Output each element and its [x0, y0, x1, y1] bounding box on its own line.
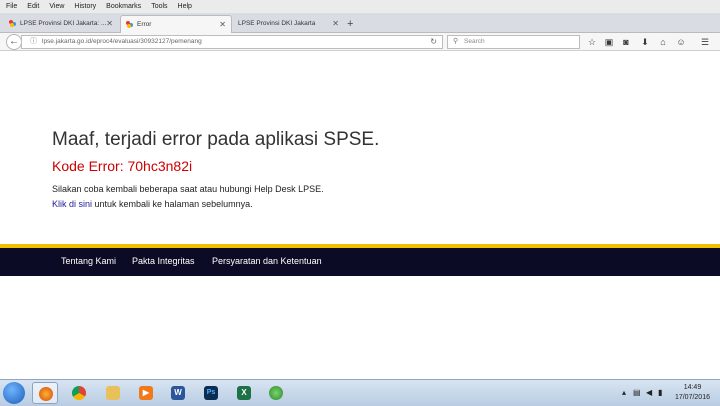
taskbar-app[interactable]	[263, 382, 289, 404]
search-placeholder: Search	[464, 38, 485, 45]
tab-label: LPSE Provinsi DKI Jakarta: ...	[20, 20, 107, 27]
error-message: Silakan coba kembali beberapa saat atau …	[52, 184, 324, 194]
tray-device-icon[interactable]: ▤	[633, 388, 641, 397]
back-link-suffix: untuk kembali ke halaman sebelumnya.	[92, 199, 253, 209]
taskbar-firefox[interactable]	[32, 382, 58, 404]
info-icon[interactable]: ⓘ	[30, 36, 37, 48]
menu-edit[interactable]: Edit	[27, 0, 39, 13]
menu-file[interactable]: File	[6, 0, 17, 13]
menu-bookmarks[interactable]: Bookmarks	[106, 0, 141, 13]
clock-time: 14:49	[683, 384, 702, 391]
back-link[interactable]: Klik di sini	[52, 199, 92, 209]
download-icon[interactable]: ⬇	[639, 36, 651, 48]
media-player-icon: ▶	[139, 386, 153, 400]
close-tab-icon[interactable]: ✕	[332, 15, 339, 33]
search-input[interactable]: ⚲ Search	[447, 35, 580, 49]
menu-icon[interactable]: ☰	[699, 36, 711, 48]
tab-lpse-1[interactable]: LPSE Provinsi DKI Jakarta: ... ✕	[4, 15, 118, 33]
footer-link-persyaratan[interactable]: Persyaratan dan Ketentuan	[212, 256, 322, 266]
tab-error[interactable]: Error ✕	[120, 15, 232, 33]
close-tab-icon[interactable]: ✕	[106, 15, 113, 33]
url-bar[interactable]: ⓘ lpse.jakarta.go.id/eproc4/evaluasi/309…	[21, 35, 443, 49]
lpse-favicon-icon	[9, 20, 17, 27]
app-icon	[269, 386, 283, 400]
footer-link-tentang-kami[interactable]: Tentang Kami	[61, 256, 116, 266]
lpse-favicon-icon	[126, 21, 134, 28]
taskbar-photoshop[interactable]: Ps	[198, 382, 224, 404]
system-clock[interactable]: 14:49 17/07/2016	[675, 383, 710, 403]
page-content: Maaf, terjadi error pada aplikasi SPSE. …	[0, 52, 720, 379]
firefox-icon	[39, 387, 53, 401]
volume-icon[interactable]: ◀	[646, 388, 652, 397]
taskbar-excel[interactable]: X	[231, 382, 257, 404]
footer: Tentang Kami Pakta Integritas Persyarata…	[0, 248, 720, 276]
back-link-line: Klik di sini untuk kembali ke halaman se…	[52, 199, 253, 209]
pocket-icon[interactable]: ◙	[620, 36, 632, 48]
start-button-icon[interactable]	[3, 382, 25, 404]
taskbar-explorer[interactable]	[100, 382, 126, 404]
menu-bar: File Edit View History Bookmarks Tools Help	[0, 0, 720, 13]
tray-arrow-icon[interactable]: ▴	[622, 388, 626, 397]
back-arrow-icon[interactable]: ←	[6, 34, 22, 50]
taskbar-chrome[interactable]	[66, 382, 92, 404]
menu-tools[interactable]: Tools	[151, 0, 167, 13]
url-text: lpse.jakarta.go.id/eproc4/evaluasi/30932…	[42, 38, 202, 45]
smiley-icon[interactable]: ☺	[675, 36, 687, 48]
bookmark-star-icon[interactable]: ☆	[586, 36, 598, 48]
footer-link-pakta-integritas[interactable]: Pakta Integritas	[132, 256, 195, 266]
menu-help[interactable]: Help	[178, 0, 192, 13]
error-code: Kode Error: 70hc3n82i	[52, 158, 193, 174]
menu-history[interactable]: History	[74, 0, 96, 13]
tab-label: LPSE Provinsi DKI Jakarta	[238, 20, 316, 27]
tab-lpse-2[interactable]: LPSE Provinsi DKI Jakarta ✕	[234, 15, 344, 33]
nav-bar: ← ⓘ lpse.jakarta.go.id/eproc4/evaluasi/3…	[0, 33, 720, 51]
menu-view[interactable]: View	[49, 0, 64, 13]
reading-list-icon[interactable]: ▣	[603, 36, 615, 48]
taskbar: ▶ W Ps X ▴ ▤ ◀ ▮ 14:49 17/07/2016	[0, 379, 720, 406]
reload-icon[interactable]: ↻	[430, 36, 437, 48]
new-tab-icon[interactable]: +	[347, 15, 353, 33]
chrome-icon	[72, 386, 86, 400]
taskbar-media-player[interactable]: ▶	[133, 382, 159, 404]
photoshop-icon: Ps	[204, 386, 218, 400]
network-icon[interactable]: ▮	[658, 388, 662, 397]
error-title: Maaf, terjadi error pada aplikasi SPSE.	[52, 129, 380, 150]
tab-strip: LPSE Provinsi DKI Jakarta: ... ✕ Error ✕…	[0, 13, 720, 33]
word-icon: W	[171, 386, 185, 400]
clock-date: 17/07/2016	[674, 394, 710, 401]
close-tab-icon[interactable]: ✕	[219, 16, 226, 33]
taskbar-word[interactable]: W	[165, 382, 191, 404]
home-icon[interactable]: ⌂	[657, 36, 669, 48]
tab-label: Error	[137, 21, 152, 28]
folder-icon	[106, 386, 120, 400]
search-icon: ⚲	[453, 38, 459, 45]
excel-icon: X	[237, 386, 251, 400]
